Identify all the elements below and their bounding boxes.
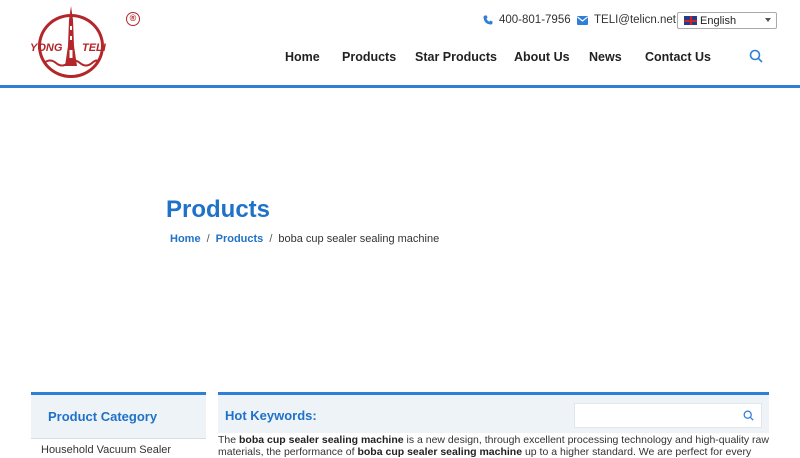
breadcrumb-separator: /: [206, 233, 210, 245]
search-icon[interactable]: [749, 49, 763, 63]
sidebar-item-household-vacuum-sealer[interactable]: Household Vacuum Sealer: [31, 438, 206, 458]
breadcrumb-separator: /: [269, 233, 273, 245]
nav-home[interactable]: Home: [285, 50, 320, 64]
language-label: English: [700, 14, 737, 27]
sidebar-title: Product Category: [48, 409, 158, 424]
product-description: The boba cup sealer sealing machine is a…: [218, 434, 769, 458]
nav-products[interactable]: Products: [342, 50, 396, 64]
email-address: TELI@telicn.net: [594, 14, 676, 26]
description-text: The: [218, 434, 240, 446]
envelope-icon: [577, 15, 588, 25]
description-keyword: boba cup sealer sealing machine: [357, 446, 523, 458]
hot-keywords-bar: Hot Keywords:: [218, 392, 769, 433]
phone-contact[interactable]: 400-801-7956: [483, 14, 571, 26]
yongteli-logo[interactable]: YONG TELI ®: [30, 4, 140, 80]
description-text: up to a higher standard. We are perfect …: [522, 446, 752, 458]
product-category-sidebar: Product Category Household Vacuum Sealer: [31, 392, 206, 458]
email-contact[interactable]: TELI@telicn.net: [577, 14, 676, 26]
description-keyword: boba cup sealer sealing machine: [239, 434, 404, 446]
phone-icon: [483, 15, 493, 25]
keyword-search-input[interactable]: [574, 403, 762, 428]
breadcrumb-products[interactable]: Products: [216, 233, 264, 245]
breadcrumb: Home / Products / boba cup sealer sealing ma…: [170, 233, 439, 245]
nav-star-products[interactable]: Star Products: [415, 50, 497, 64]
phone-number: 400-801-7956: [499, 14, 571, 26]
main-nav: Home Products Star Products About Us New…: [0, 50, 800, 66]
uk-flag-icon: [684, 16, 697, 25]
nav-about-us[interactable]: About Us: [514, 50, 570, 64]
breadcrumb-current: boba cup sealer sealing machine: [278, 233, 440, 245]
main-content: Hot Keywords: The boba cup sealer sealin…: [218, 392, 769, 458]
chevron-down-icon: [765, 18, 771, 22]
nav-contact-us[interactable]: Contact Us: [645, 50, 711, 64]
registered-mark: ®: [126, 12, 140, 26]
hot-keywords-label: Hot Keywords:: [225, 408, 317, 423]
site-header: YONG TELI ® 400-801-7956 TELI@telicn.net…: [0, 0, 800, 88]
search-icon[interactable]: [743, 410, 754, 421]
page-title: Products: [166, 196, 271, 223]
nav-news[interactable]: News: [589, 50, 622, 64]
breadcrumb-home[interactable]: Home: [170, 233, 201, 245]
language-select[interactable]: English: [677, 12, 777, 29]
